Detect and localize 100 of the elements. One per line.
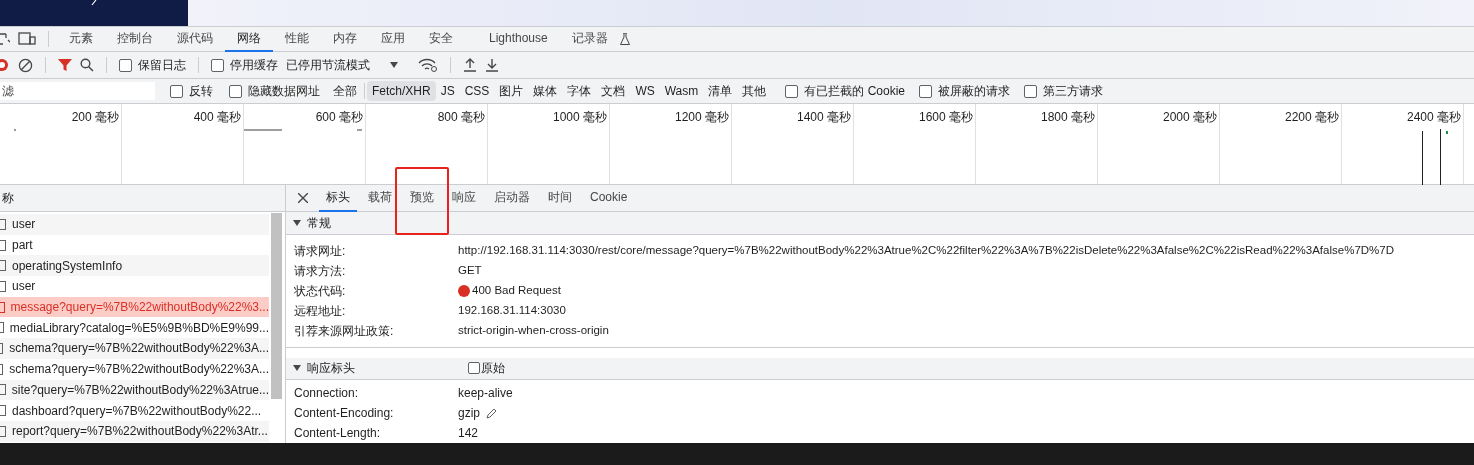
checkbox[interactable] bbox=[119, 58, 132, 72]
type-filter-button[interactable]: JS bbox=[435, 81, 460, 101]
type-filter-button[interactable]: 全部 bbox=[328, 81, 362, 101]
file-icon bbox=[0, 239, 6, 251]
search-icon[interactable] bbox=[80, 58, 94, 72]
file-icon bbox=[0, 322, 4, 334]
checkbox[interactable] bbox=[1024, 84, 1037, 98]
filter-checkbox[interactable]: 第三方请求 bbox=[1024, 82, 1103, 100]
header-label: 引荐来源网址政策: bbox=[293, 322, 395, 340]
flask-icon bbox=[619, 33, 630, 45]
checkbox[interactable] bbox=[468, 362, 480, 375]
request-row[interactable]: operatingSystemInfo bbox=[0, 255, 269, 277]
raw-checkbox[interactable]: 原始 bbox=[468, 359, 505, 378]
type-filter-button[interactable]: 文档 bbox=[596, 81, 631, 101]
header-value: gzip bbox=[458, 405, 480, 422]
type-filter-button[interactable]: WS bbox=[630, 81, 660, 101]
file-icon bbox=[0, 260, 6, 272]
caret-icon bbox=[390, 62, 398, 68]
device-icon[interactable] bbox=[18, 32, 36, 46]
request-row[interactable]: user bbox=[0, 214, 269, 235]
time-tick-label: 1000 毫秒 bbox=[552, 109, 607, 124]
file-icon bbox=[0, 384, 6, 396]
type-filter-button[interactable]: Wasm bbox=[659, 81, 704, 101]
time-tick-label: 2400 毫秒 bbox=[1406, 109, 1461, 124]
panel-tab[interactable]: 控制台 bbox=[105, 26, 165, 52]
panel-tab[interactable]: Lighthouse bbox=[477, 26, 560, 52]
detail-tab[interactable]: 启动器 bbox=[487, 184, 537, 212]
header-value: strict-origin-when-cross-origin bbox=[458, 322, 609, 338]
time-tick-label: 2000 毫秒 bbox=[1162, 109, 1217, 124]
file-icon bbox=[0, 301, 5, 313]
file-icon bbox=[0, 405, 6, 417]
checkbox[interactable] bbox=[229, 84, 242, 98]
checkbox[interactable] bbox=[785, 84, 799, 98]
checkbox[interactable] bbox=[211, 58, 224, 72]
header-label: 请求方法: bbox=[293, 262, 347, 280]
detail-tab[interactable]: 时间 bbox=[541, 184, 579, 212]
column-header[interactable]: 称 bbox=[2, 189, 14, 207]
checkbox[interactable] bbox=[919, 84, 932, 98]
wifi-settings-icon[interactable] bbox=[418, 58, 438, 72]
toolbar-checkbox[interactable]: 保留日志 bbox=[119, 56, 186, 74]
header-value: 400 Bad Request bbox=[472, 282, 561, 298]
record-icon[interactable] bbox=[0, 58, 10, 72]
time-tick-label: 200 毫秒 bbox=[71, 109, 119, 124]
time-tick-label: 2200 毫秒 bbox=[1284, 109, 1339, 124]
filter-field[interactable]: 滤 bbox=[0, 82, 155, 100]
request-row[interactable]: site?query=%7B%22withoutBody%22%3Atrue... bbox=[0, 379, 269, 401]
panel-tab[interactable]: 应用 bbox=[369, 26, 417, 52]
upload-icon[interactable] bbox=[463, 58, 477, 72]
triangle-icon[interactable] bbox=[293, 364, 301, 373]
file-icon bbox=[0, 280, 6, 292]
close-icon[interactable] bbox=[298, 193, 308, 203]
time-tick-label: 1200 毫秒 bbox=[674, 109, 729, 124]
request-row[interactable]: report?query=%7B%22withoutBody%22%3Atr... bbox=[0, 420, 269, 442]
detail-tab[interactable]: 响应 bbox=[445, 184, 483, 212]
type-filter-button[interactable]: CSS bbox=[459, 81, 495, 101]
panel-tab[interactable]: 安全 bbox=[417, 26, 465, 52]
scrollbar[interactable] bbox=[271, 213, 282, 399]
header-label: Connection: bbox=[293, 385, 360, 402]
filter-checkbox[interactable]: 有已拦截的 Cookie bbox=[785, 82, 905, 100]
section-title[interactable]: 常规 bbox=[307, 213, 331, 232]
panel-tab[interactable]: 性能 bbox=[273, 26, 321, 52]
header-value: keep-alive bbox=[458, 385, 513, 402]
detail-tab[interactable]: 载荷 bbox=[361, 184, 399, 212]
throttling-dropdown[interactable]: 已停用节流模式 bbox=[286, 56, 398, 74]
time-tick-label: 1400 毫秒 bbox=[796, 109, 851, 124]
timing-markers-drawing bbox=[1422, 129, 1450, 185]
panel-tab[interactable]: 元素 bbox=[57, 26, 105, 52]
filter-checkbox[interactable]: 被屏蔽的请求 bbox=[919, 82, 1010, 100]
filter-checkbox[interactable]: 反转 bbox=[170, 82, 213, 100]
detail-tab[interactable]: 预览 bbox=[403, 184, 441, 212]
type-filter-button[interactable]: 清单 bbox=[703, 81, 738, 101]
header-value: http://192.168.31.114:3030/rest/core/message?query=%7B%22withoutBody%22%3Atrue%2C%22filter%22%3A%7B%22isDelete%22%3Afalse%2C%22isRead%22%3Afalse%7D%7D bbox=[458, 242, 1394, 258]
panel-tab[interactable]: 记录器 bbox=[559, 26, 620, 52]
type-filter-button[interactable]: Fetch/XHR bbox=[367, 81, 436, 101]
download-icon[interactable] bbox=[485, 58, 499, 72]
panel-tab[interactable]: 内存 bbox=[321, 26, 369, 52]
checkbox[interactable] bbox=[170, 84, 183, 98]
file-icon bbox=[0, 425, 6, 437]
type-filter-button[interactable]: 图片 bbox=[494, 81, 529, 101]
pencil-icon[interactable] bbox=[486, 407, 497, 419]
type-filter-button[interactable]: 字体 bbox=[562, 81, 597, 101]
inspect-icon[interactable] bbox=[0, 32, 10, 46]
toolbar-checkbox[interactable]: 停用缓存 bbox=[211, 56, 278, 74]
header-value: GET bbox=[458, 262, 482, 278]
type-filter-button[interactable]: 媒体 bbox=[528, 81, 563, 101]
section-title[interactable]: 响应标头 bbox=[307, 359, 468, 378]
clear-icon[interactable] bbox=[18, 57, 33, 73]
panel-tab[interactable]: 源代码 bbox=[165, 26, 225, 52]
filter-icon[interactable] bbox=[58, 58, 72, 72]
detail-tab[interactable]: Cookie bbox=[583, 184, 635, 212]
type-filter-button[interactable]: 其他 bbox=[737, 81, 772, 101]
request-row[interactable]: schema?query=%7B%22withoutBody%22%3A... bbox=[0, 338, 269, 359]
time-tick-label: 800 毫秒 bbox=[437, 109, 485, 124]
header-label: Content-Length: bbox=[293, 425, 382, 442]
triangle-icon[interactable] bbox=[293, 218, 301, 227]
filter-checkbox[interactable]: 隐藏数据网址 bbox=[229, 82, 320, 100]
time-tick-label: 1600 毫秒 bbox=[918, 109, 973, 124]
header-label: 状态代码: bbox=[293, 282, 347, 300]
time-tick-label: 1800 毫秒 bbox=[1040, 109, 1095, 124]
header-label: 远程地址: bbox=[293, 302, 347, 320]
